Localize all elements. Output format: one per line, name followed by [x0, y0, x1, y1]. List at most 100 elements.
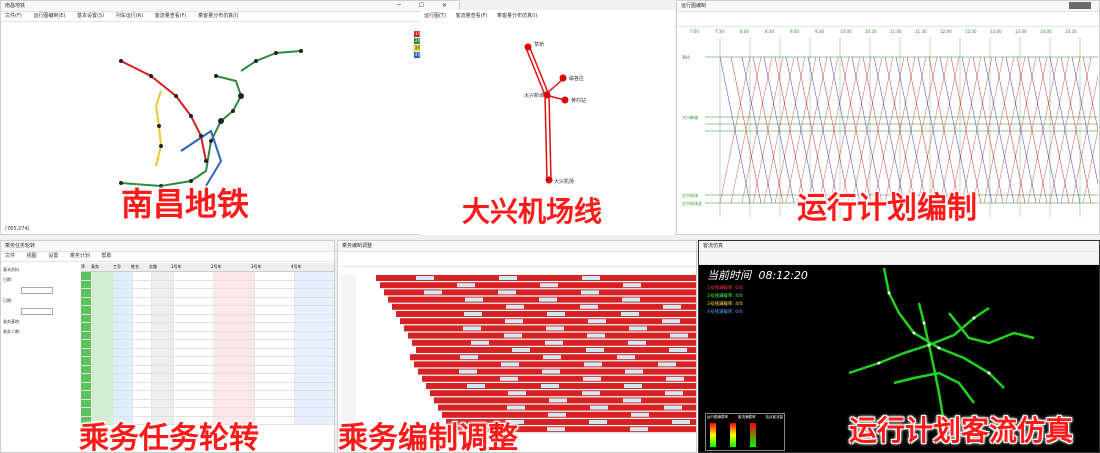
- table-row[interactable]: [81, 340, 334, 349]
- station-label: 大兴新城: [524, 93, 545, 99]
- column-header[interactable]: 4号车: [291, 263, 331, 271]
- table-row[interactable]: [81, 280, 334, 289]
- caption-schedule: 运行计划编制: [797, 191, 977, 226]
- table-cell: [254, 391, 295, 399]
- table-row[interactable]: [81, 382, 334, 391]
- caption-crew: 乘务任务轮转: [79, 421, 259, 453]
- table-cell: [133, 289, 152, 297]
- table-cell: [294, 306, 334, 314]
- sim-legend: 运行图满载率 客流满载率 站点客流量: [705, 413, 785, 451]
- crew-break-segment: [500, 376, 518, 381]
- station-axis-label: 大兴新城: [682, 114, 698, 120]
- crew-break-segment: [463, 326, 481, 331]
- table-cell: [174, 340, 215, 348]
- table-cell: [151, 399, 175, 407]
- daxing-track-b: [529, 47, 552, 181]
- table-row[interactable]: [81, 365, 334, 374]
- svg-text:7:00: 7:00: [690, 29, 699, 34]
- table-row[interactable]: [81, 348, 334, 357]
- table-row[interactable]: [81, 297, 334, 306]
- window-title: 客流仿真: [703, 243, 724, 249]
- table-cell: [81, 348, 92, 356]
- menu-item[interactable]: 运行图(T): [424, 13, 446, 19]
- column-header[interactable]: 1号车: [171, 263, 211, 271]
- table-cell: [114, 306, 133, 314]
- table-cell: [294, 297, 334, 305]
- table-cell: [133, 323, 152, 331]
- table-cell: [81, 272, 92, 280]
- crew-break-segment: [630, 427, 648, 432]
- table-row[interactable]: [81, 374, 334, 383]
- menu-item[interactable]: 文件(F): [5, 13, 22, 19]
- sim-window: 客流仿真 当前时间 08:12:20 1号线满载率: 0/0 2号线满载率: 4…: [698, 240, 1100, 453]
- menu-item[interactable]: 运行图编制(E): [33, 13, 65, 19]
- menu-item[interactable]: 客流量查看(F): [155, 13, 187, 19]
- date-input[interactable]: [21, 287, 53, 294]
- column-header[interactable]: 乘务: [91, 263, 113, 271]
- crew-break-segment: [498, 290, 516, 295]
- table-row[interactable]: [81, 289, 334, 298]
- table-cell: [91, 340, 115, 348]
- menu-item[interactable]: 视图: [27, 253, 37, 259]
- crew-break-segment: [459, 369, 477, 374]
- table-row[interactable]: [81, 391, 334, 400]
- menu-item[interactable]: 设置: [48, 253, 58, 259]
- window-dropdown[interactable]: [1069, 2, 1091, 9]
- column-header[interactable]: 工号: [113, 263, 131, 271]
- menu-item[interactable]: 客流量查看(F): [456, 13, 488, 19]
- load-line: 1号线满载率: 0/0: [707, 286, 743, 291]
- crew-break-segment: [628, 340, 646, 345]
- crew-break-segment: [512, 348, 530, 352]
- station-label: 草桥: [534, 42, 545, 48]
- table-row[interactable]: [81, 331, 334, 340]
- crew-break-segment: [662, 319, 680, 324]
- menu-item[interactable]: 乘客量分布仿真(I): [497, 13, 537, 19]
- table-cell: [174, 399, 215, 407]
- flow-line: [917, 302, 946, 424]
- column-header[interactable]: 序: [81, 263, 91, 271]
- metro-line-2-branch: [240, 50, 302, 72]
- crew-break-segment: [499, 276, 517, 280]
- menu-item[interactable]: 列车运行(R): [116, 13, 143, 19]
- table-row[interactable]: [81, 399, 334, 408]
- table-cell: [214, 297, 255, 305]
- crew-break-segment: [625, 369, 643, 374]
- menu-item[interactable]: 乘务计划: [70, 253, 90, 259]
- column-header[interactable]: 姓名: [131, 263, 149, 271]
- table-cell: [81, 357, 92, 365]
- table-cell: [174, 280, 215, 288]
- crew-break-segment: [580, 304, 598, 309]
- legend-swatches: [706, 421, 784, 449]
- table-row[interactable]: [81, 314, 334, 323]
- legend-header: 客流满载率: [738, 415, 756, 419]
- table-row[interactable]: [81, 357, 334, 366]
- crew-break-segment: [467, 384, 485, 388]
- table-row[interactable]: [81, 306, 334, 315]
- crew-break-segment: [623, 283, 641, 288]
- station-marker: [524, 43, 532, 51]
- table-row[interactable]: [81, 323, 334, 332]
- menu-item[interactable]: 帮助: [101, 253, 111, 259]
- column-header[interactable]: 3号车: [251, 263, 291, 271]
- crew-break-segment: [629, 326, 647, 331]
- column-header[interactable]: 交路: [149, 263, 171, 271]
- status-bar: (765,274): [5, 226, 30, 232]
- table-row[interactable]: [81, 272, 334, 281]
- table-cell: [133, 297, 152, 305]
- table-cell: [294, 391, 334, 399]
- window-title: 乘务任务轮转: [5, 243, 36, 249]
- menu-item[interactable]: 乘客量分布仿真(I): [198, 13, 238, 19]
- passenger-flow-map[interactable]: [789, 263, 1089, 433]
- crew-break-segment: [631, 412, 649, 417]
- date-input[interactable]: [21, 308, 53, 315]
- menu-item[interactable]: 基本设置(S): [77, 13, 104, 19]
- table-cell: [294, 272, 334, 280]
- menu-item[interactable]: 文件: [5, 253, 15, 259]
- table-cell: [254, 323, 295, 331]
- column-header[interactable]: 2号车: [211, 263, 251, 271]
- table-cell: [91, 280, 115, 288]
- crew-break-segment: [424, 290, 442, 295]
- crew-break-segment: [545, 340, 563, 345]
- table-cell: [174, 348, 215, 356]
- table-cell: [254, 365, 295, 373]
